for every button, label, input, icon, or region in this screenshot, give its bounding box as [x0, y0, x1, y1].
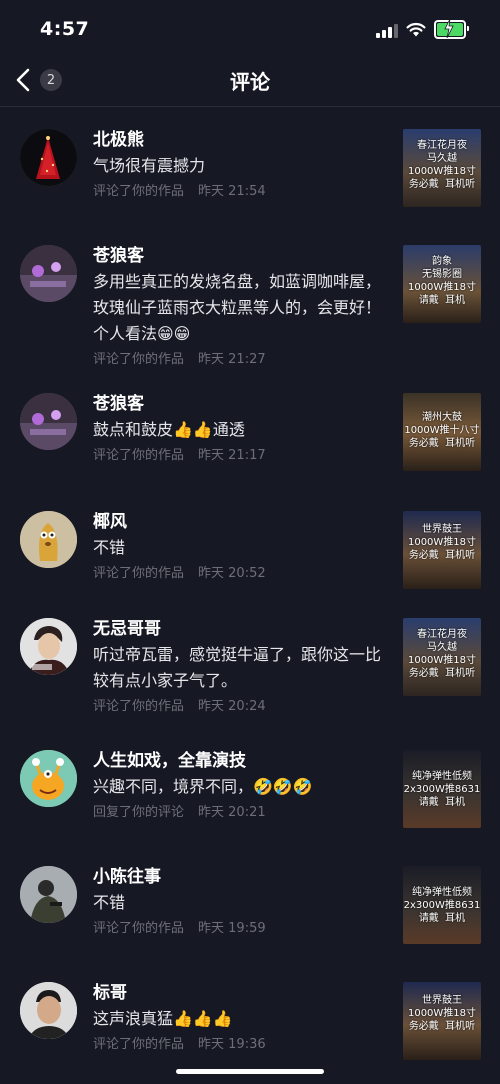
avatar[interactable] — [20, 245, 77, 302]
username[interactable]: 无忌哥哥 — [93, 618, 393, 640]
comment-text: 气场很有震撼力 — [93, 156, 206, 175]
video-thumbnail[interactable]: 韵象 无锡影圈 1000W推18寸 请戴 耳机 — [403, 245, 481, 323]
list-item[interactable]: 标哥 这声浪真猛👍👍👍 评论了你的作品 昨天 19:36 世界鼓王 1000W推1… — [0, 974, 500, 1084]
list-item[interactable]: 苍狼客 多用些真正的发烧名盘，如蓝调咖啡屋，玫瑰仙子蓝雨衣大粒黑等人的，会更好！… — [0, 225, 500, 375]
action-label: 评论了你的作品 — [93, 699, 185, 714]
avatar[interactable] — [20, 866, 77, 923]
thumbnail-caption: 纯净弹性低频 2x300W推8631 请戴 耳机 — [403, 771, 481, 808]
avatar[interactable] — [20, 129, 77, 186]
battery-icon — [434, 19, 469, 39]
avatar[interactable] — [20, 511, 77, 568]
username[interactable]: 苍狼客 — [93, 393, 393, 415]
list-item[interactable]: 椰风 不错 评论了你的作品 昨天 20:52 世界鼓王 1000W推18寸 务必戴… — [0, 491, 500, 606]
list-item[interactable]: 苍狼客 鼓点和鼓皮👍👍通透 评论了你的作品 昨天 21:17 潮州大鼓 1000W… — [0, 375, 500, 491]
comment-text: 听过帝瓦雷，感觉挺牛逼了，跟你这一比较有点小家子气了。 — [93, 645, 382, 690]
timestamp: 昨天 21:17 — [198, 448, 266, 463]
action-label: 评论了你的作品 — [93, 184, 185, 199]
video-thumbnail[interactable]: 世界鼓王 1000W推18寸 务必戴 耳机听 — [403, 511, 481, 589]
timestamp: 昨天 19:59 — [198, 921, 266, 936]
timestamp: 昨天 19:36 — [198, 1037, 266, 1052]
video-thumbnail[interactable]: 世界鼓王 1000W推18寸 务必戴 耳机听 — [403, 982, 481, 1060]
comment-text: 鼓点和鼓皮👍👍通透 — [93, 420, 245, 439]
comment-text: 这声浪真猛👍👍👍 — [93, 1009, 233, 1028]
username[interactable]: 人生如戏，全靠演技 — [93, 750, 393, 772]
list-item[interactable]: 人生如戏，全靠演技 兴趣不同，境界不同，🤣🤣🤣 回复了你的评论 昨天 20:21 … — [0, 738, 500, 856]
action-label: 评论了你的作品 — [93, 352, 185, 367]
action-label: 评论了你的作品 — [93, 448, 185, 463]
timestamp: 昨天 20:24 — [198, 699, 266, 714]
action-label: 评论了你的作品 — [93, 1037, 185, 1052]
list-item[interactable]: 无忌哥哥 听过帝瓦雷，感觉挺牛逼了，跟你这一比较有点小家子气了。 评论了你的作品… — [0, 606, 500, 738]
video-thumbnail[interactable]: 纯净弹性低频 2x300W推8631 请戴 耳机 — [403, 866, 481, 944]
username[interactable]: 小陈往事 — [93, 866, 393, 888]
comment-text: 不错 — [93, 893, 126, 912]
list-item[interactable]: 北极熊 气场很有震撼力 评论了你的作品 昨天 21:54 春江花月夜 马久越 10… — [0, 107, 500, 225]
timestamp: 昨天 21:27 — [198, 352, 266, 367]
thumbnail-caption: 韵象 无锡影圈 1000W推18寸 请戴 耳机 — [407, 256, 477, 306]
status-icons — [376, 19, 469, 39]
action-label: 回复了你的评论 — [93, 805, 185, 820]
thumbnail-caption: 潮州大鼓 1000W推十八寸 务必戴 耳机听 — [404, 412, 480, 449]
navigation-bar: 2 评论 — [0, 56, 500, 107]
video-thumbnail[interactable]: 纯净弹性低频 2x300W推8631 请戴 耳机 — [403, 750, 481, 828]
thumbnail-caption: 春江花月夜 马久越 1000W推18寸 务必戴 耳机听 — [407, 629, 477, 679]
cellular-signal-icon — [376, 22, 398, 38]
thumbnail-caption: 世界鼓王 1000W推18寸 务必戴 耳机听 — [407, 995, 477, 1032]
avatar[interactable] — [20, 750, 77, 807]
comment-list: 北极熊 气场很有震撼力 评论了你的作品 昨天 21:54 春江花月夜 马久越 10… — [0, 107, 500, 1084]
comment-text: 不错 — [93, 538, 126, 557]
page-title: 评论 — [230, 70, 270, 94]
avatar[interactable] — [20, 982, 77, 1039]
thumbnail-caption: 春江花月夜 马久越 1000W推18寸 务必戴 耳机听 — [407, 140, 477, 190]
username[interactable]: 标哥 — [93, 982, 393, 1004]
username[interactable]: 椰风 — [93, 511, 393, 533]
status-time: 4:57 — [40, 18, 90, 40]
username[interactable]: 苍狼客 — [93, 245, 393, 267]
avatar[interactable] — [20, 393, 77, 450]
comment-text: 多用些真正的发烧名盘，如蓝调咖啡屋，玫瑰仙子蓝雨衣大粒黑等人的，会更好！个人看法… — [93, 272, 382, 343]
timestamp: 昨天 20:21 — [198, 805, 266, 820]
video-thumbnail[interactable]: 春江花月夜 马久越 1000W推18寸 务必戴 耳机听 — [403, 618, 481, 696]
wifi-icon — [406, 22, 426, 37]
thumbnail-caption: 纯净弹性低频 2x300W推8631 请戴 耳机 — [403, 887, 481, 924]
action-label: 评论了你的作品 — [93, 566, 185, 581]
list-item[interactable]: 小陈往事 不错 评论了你的作品 昨天 19:59 纯净弹性低频 2x300W推86… — [0, 856, 500, 974]
status-bar: 4:57 — [0, 0, 500, 56]
avatar[interactable] — [20, 618, 77, 675]
thumbnail-caption: 世界鼓王 1000W推18寸 务必戴 耳机听 — [407, 524, 477, 561]
video-thumbnail[interactable]: 潮州大鼓 1000W推十八寸 务必戴 耳机听 — [403, 393, 481, 471]
username[interactable]: 北极熊 — [93, 129, 393, 151]
action-label: 评论了你的作品 — [93, 921, 185, 936]
video-thumbnail[interactable]: 春江花月夜 马久越 1000W推18寸 务必戴 耳机听 — [403, 129, 481, 207]
timestamp: 昨天 20:52 — [198, 566, 266, 581]
comment-text: 兴趣不同，境界不同，🤣🤣🤣 — [93, 777, 313, 796]
home-indicator[interactable] — [176, 1069, 324, 1074]
timestamp: 昨天 21:54 — [198, 184, 266, 199]
